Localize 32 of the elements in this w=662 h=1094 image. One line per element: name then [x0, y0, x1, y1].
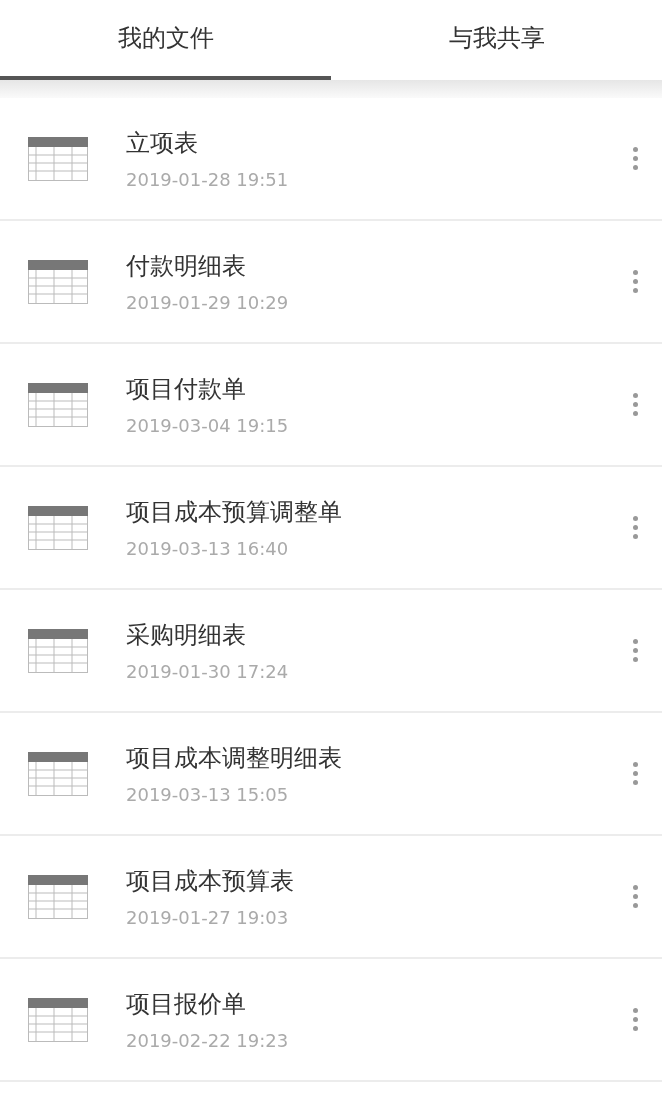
file-time: 2019-01-30 17:24: [126, 661, 290, 682]
file-row[interactable]: 付款明细表 2019-01-29 10:29: [0, 221, 662, 344]
file-name: 项目付款单: [126, 374, 247, 405]
spreadsheet-icon: [28, 751, 88, 796]
file-row[interactable]: 项目报价单 2019-02-22 19:23: [0, 959, 662, 1082]
file-time: 2019-03-13 16:40: [126, 538, 290, 559]
file-row[interactable]: 项目成本预算调整单 2019-03-13 16:40: [0, 467, 662, 590]
file-name: 项目报价单: [126, 989, 247, 1020]
file-time: 2019-02-22 19:23: [126, 1030, 290, 1051]
file-time: 2019-01-28 19:51: [126, 169, 290, 190]
file-time: 2019-01-27 19:03: [126, 907, 290, 928]
file-name: 项目成本预算表: [126, 866, 295, 897]
file-name: 项目成本调整明细表: [126, 743, 343, 774]
spreadsheet-icon: [28, 382, 88, 427]
file-row[interactable]: 项目成本预算表 2019-01-27 19:03: [0, 836, 662, 959]
spreadsheet-icon: [28, 505, 88, 550]
file-row[interactable]: 采购明细表 2019-01-30 17:24: [0, 590, 662, 713]
spreadsheet-icon: [28, 997, 88, 1042]
file-row[interactable]: 项目付款单 2019-03-04 19:15: [0, 344, 662, 467]
file-name: 付款明细表: [126, 251, 247, 282]
file-row[interactable]: 项目成本调整明细表 2019-03-13 15:05: [0, 713, 662, 836]
spreadsheet-icon: [28, 259, 88, 304]
file-time: 2019-01-29 10:29: [126, 292, 290, 313]
spreadsheet-icon: [28, 874, 88, 919]
file-name: 项目成本预算调整单: [126, 497, 343, 528]
file-name: 采购明细表: [126, 620, 247, 651]
file-time: 2019-03-04 19:15: [126, 415, 290, 436]
file-name: 立项表: [126, 128, 199, 159]
spreadsheet-icon: [28, 628, 88, 673]
file-row[interactable]: 立项表 2019-01-28 19:51: [0, 98, 662, 221]
file-time: 2019-03-13 15:05: [126, 784, 290, 805]
spreadsheet-icon: [28, 136, 88, 181]
